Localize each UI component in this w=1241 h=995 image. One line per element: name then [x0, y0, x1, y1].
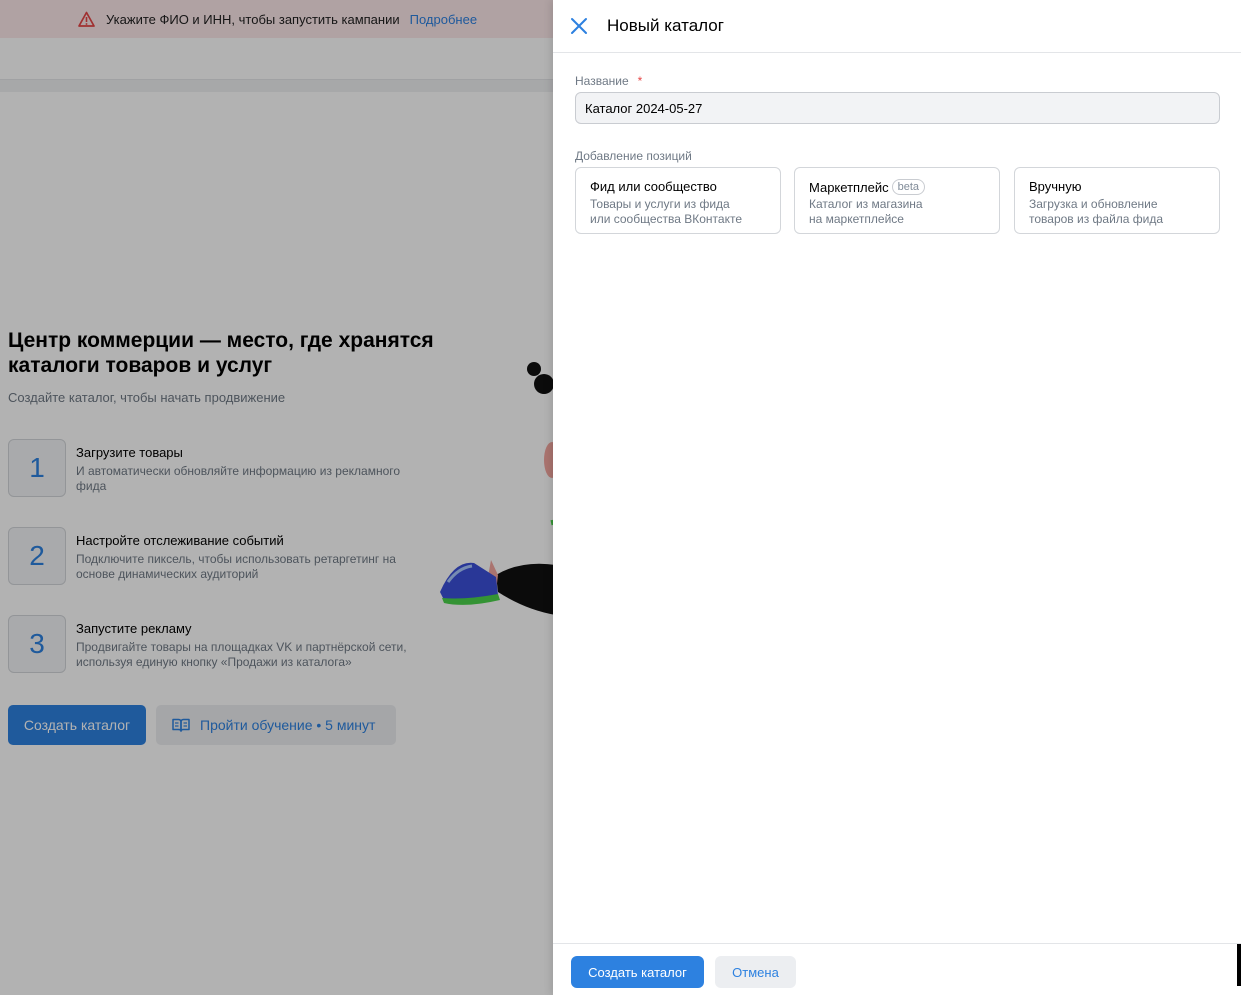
catalog-name-input[interactable]: [575, 92, 1220, 124]
cancel-button[interactable]: Отмена: [715, 956, 796, 988]
option-title: Фид или сообщество: [590, 179, 717, 194]
option-description: Каталог из магазина на маркетплейсе: [809, 197, 923, 226]
name-label: Название *: [575, 74, 642, 88]
required-mark: *: [637, 74, 643, 88]
option-marketplace[interactable]: Маркетплейс beta Каталог из магазина на м…: [794, 167, 1000, 234]
option-title-text: Вручную: [1029, 179, 1082, 194]
option-description: Товары и услуги из фида или сообщества В…: [590, 197, 743, 226]
option-title: Маркетплейс beta: [809, 179, 926, 195]
option-feed-or-community[interactable]: Фид или сообщество Товары и услуги из фи…: [575, 167, 781, 234]
page: Укажите ФИО и ИНН, чтобы запустить кампа…: [0, 0, 1241, 995]
option-title: Вручную: [1029, 179, 1081, 194]
option-title-text: Маркетплейс: [809, 179, 889, 195]
option-manual[interactable]: Вручную Загрузка и обновление товаров из…: [1014, 167, 1220, 234]
option-title-text: Фид или сообщество: [590, 179, 717, 194]
scrollbar[interactable]: [1237, 944, 1241, 986]
option-description: Загрузка и обновление товаров из файла ф…: [1029, 197, 1164, 226]
name-label-text: Название: [575, 74, 629, 88]
create-catalog-button[interactable]: Создать каталог: [571, 956, 704, 988]
panel-title: Новый каталог: [607, 16, 724, 35]
beta-badge: beta: [891, 179, 926, 195]
close-icon[interactable]: [570, 17, 588, 35]
panel-footer: Создать каталог Отмена: [553, 943, 1241, 995]
new-catalog-panel: Новый каталог Название * Добавление позиц…: [553, 0, 1241, 995]
add-items-label: Добавление позиций: [575, 149, 692, 163]
panel-header: Новый каталог: [553, 0, 1241, 53]
